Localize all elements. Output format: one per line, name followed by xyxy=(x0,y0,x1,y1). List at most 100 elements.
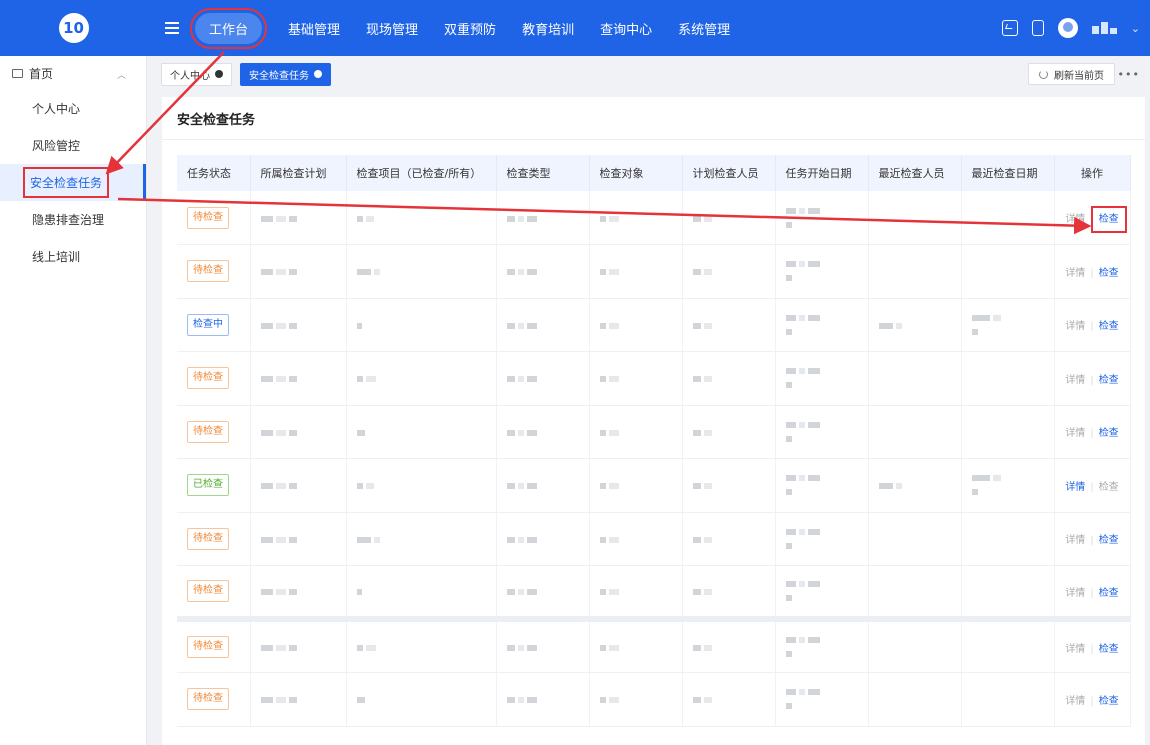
ops-separator: | xyxy=(1090,214,1094,225)
status-cell: 待检查 xyxy=(177,565,251,622)
blurred-text xyxy=(599,429,619,436)
menu-icon[interactable] xyxy=(165,22,179,34)
sidebar-item-online-training[interactable]: 线上培训 xyxy=(0,238,146,275)
table-cell xyxy=(589,619,683,673)
ops-cell: 详情 | 检查 xyxy=(1054,351,1131,406)
blurred-text xyxy=(785,261,868,268)
blurred-text xyxy=(785,689,868,696)
table-cell xyxy=(589,244,683,299)
status-cell: 待检查 xyxy=(177,405,251,459)
logo-icon[interactable]: 10 xyxy=(58,13,89,43)
user-name-blurred[interactable] xyxy=(1091,22,1117,34)
check-link[interactable]: 检查 xyxy=(1099,535,1119,546)
monitor-chart-icon[interactable] xyxy=(1001,20,1018,36)
detail-link[interactable]: 详情 xyxy=(1065,268,1085,279)
table-cell xyxy=(346,405,497,459)
blurred-text xyxy=(260,536,297,543)
refresh-page-button[interactable]: 刷新当前页 xyxy=(1028,63,1115,85)
check-link[interactable]: 检查 xyxy=(1099,428,1119,439)
more-icon[interactable]: ••• xyxy=(1118,68,1140,81)
tab-label: 安全检查任务 xyxy=(249,70,309,82)
mobile-icon[interactable] xyxy=(1031,20,1044,36)
avatar-icon[interactable] xyxy=(1057,18,1078,38)
detail-link[interactable]: 详情 xyxy=(1065,535,1085,546)
table-cell xyxy=(589,565,683,622)
check-link[interactable]: 检查 xyxy=(1099,375,1119,386)
top-navbar: 10 工作台 基础管理 现场管理 双重预防 教育培训 查询中心 系统管理 ⌄ xyxy=(0,0,1150,56)
detail-link[interactable]: 详情 xyxy=(1065,214,1085,225)
table-cell xyxy=(868,405,962,459)
col-header: 所属检查计划 xyxy=(250,155,347,191)
blurred-text xyxy=(506,645,537,651)
sidebar-item-risk-control[interactable]: 风险管控 xyxy=(0,127,146,164)
blurred-text xyxy=(260,215,297,222)
detail-link[interactable]: 详情 xyxy=(1065,696,1085,707)
tabs-bar: 个人中心 安全检查任务 刷新当前页 ••• xyxy=(148,56,1150,92)
blurred-text xyxy=(260,269,297,276)
blurred-text xyxy=(599,483,619,490)
nav-system-management[interactable]: 系统管理 xyxy=(678,19,730,38)
monitor-icon xyxy=(12,68,23,78)
detail-link[interactable]: 详情 xyxy=(1065,644,1085,655)
ops-cell: 详情 | 检查 xyxy=(1054,619,1131,673)
close-icon[interactable] xyxy=(215,70,223,78)
chevron-down-icon[interactable]: ⌄ xyxy=(1131,22,1140,35)
blurred-text xyxy=(785,421,868,428)
detail-link[interactable]: 详情 xyxy=(1065,482,1085,493)
sidebar-item-safety-inspection[interactable]: 安全检查任务 xyxy=(0,164,146,201)
table-cell xyxy=(775,565,869,622)
nav-education-training[interactable]: 教育培训 xyxy=(522,19,574,38)
check-link[interactable]: 检查 xyxy=(1099,588,1119,599)
table-cell xyxy=(682,565,776,622)
tab-safety-inspection[interactable]: 安全检查任务 xyxy=(240,62,331,86)
table-row: 待检查 详情 | 检查 xyxy=(177,405,1131,459)
sidebar-home[interactable]: 首页 ︿ xyxy=(0,56,146,90)
nav-dual-prevention[interactable]: 双重预防 xyxy=(444,19,496,38)
detail-link[interactable]: 详情 xyxy=(1065,588,1085,599)
detail-link[interactable]: 详情 xyxy=(1065,375,1085,386)
check-link[interactable]: 检查 xyxy=(1099,696,1119,707)
check-link[interactable]: 检查 xyxy=(1099,321,1119,332)
ops-cell: 详情 | 检查 xyxy=(1054,405,1131,459)
status-cell: 待检查 xyxy=(177,619,251,673)
nav-workbench[interactable]: 工作台 xyxy=(189,7,268,49)
table-cell xyxy=(682,672,776,727)
blurred-text xyxy=(692,376,712,383)
blurred-text xyxy=(356,589,362,595)
blurred-text xyxy=(260,322,297,329)
nav-site-management[interactable]: 现场管理 xyxy=(366,19,418,38)
table-cell xyxy=(868,565,962,622)
blurred-text xyxy=(356,215,374,222)
table-body: 待检查 详情 | 检查 待检查 详情 | 检查 检查中 详情 | 检查 待检查 详情 | 检查 待检查 详情 | 检查… xyxy=(177,191,1131,727)
blurred-text xyxy=(506,215,537,222)
check-link[interactable]: 检查 xyxy=(1090,206,1127,233)
nav-query-center[interactable]: 查询中心 xyxy=(600,19,652,38)
col-header: 检查类型 xyxy=(496,155,590,191)
check-link[interactable]: 检查 xyxy=(1099,268,1119,279)
blurred-text xyxy=(599,376,619,383)
col-header: 任务开始日期 xyxy=(775,155,869,191)
blurred-text xyxy=(785,221,868,228)
blurred-text xyxy=(971,489,1054,496)
detail-link[interactable]: 详情 xyxy=(1065,428,1085,439)
table-cell xyxy=(589,298,683,352)
check-link[interactable]: 检查 xyxy=(1099,644,1119,655)
ops-cell: 详情 | 检查 xyxy=(1054,458,1131,513)
tab-personal-center[interactable]: 个人中心 xyxy=(161,62,232,86)
table-cell xyxy=(868,351,962,406)
blurred-text xyxy=(506,483,537,490)
blurred-text xyxy=(260,589,297,595)
sidebar-item-hazard-governance[interactable]: 隐患排查治理 xyxy=(0,201,146,238)
nav-basic-management[interactable]: 基础管理 xyxy=(288,19,340,38)
table-row: 检查中 详情 | 检查 xyxy=(177,298,1131,352)
table-row: 待检查 详情 | 检查 xyxy=(177,244,1131,299)
close-icon[interactable] xyxy=(314,70,322,78)
check-link[interactable]: 检查 xyxy=(1099,482,1119,493)
table-cell xyxy=(250,405,347,459)
table-cell xyxy=(961,672,1055,727)
sidebar-item-personal-center[interactable]: 个人中心 xyxy=(0,90,146,127)
table-cell xyxy=(496,351,590,406)
table-cell xyxy=(961,565,1055,622)
detail-link[interactable]: 详情 xyxy=(1065,321,1085,332)
table-cell xyxy=(961,512,1055,566)
